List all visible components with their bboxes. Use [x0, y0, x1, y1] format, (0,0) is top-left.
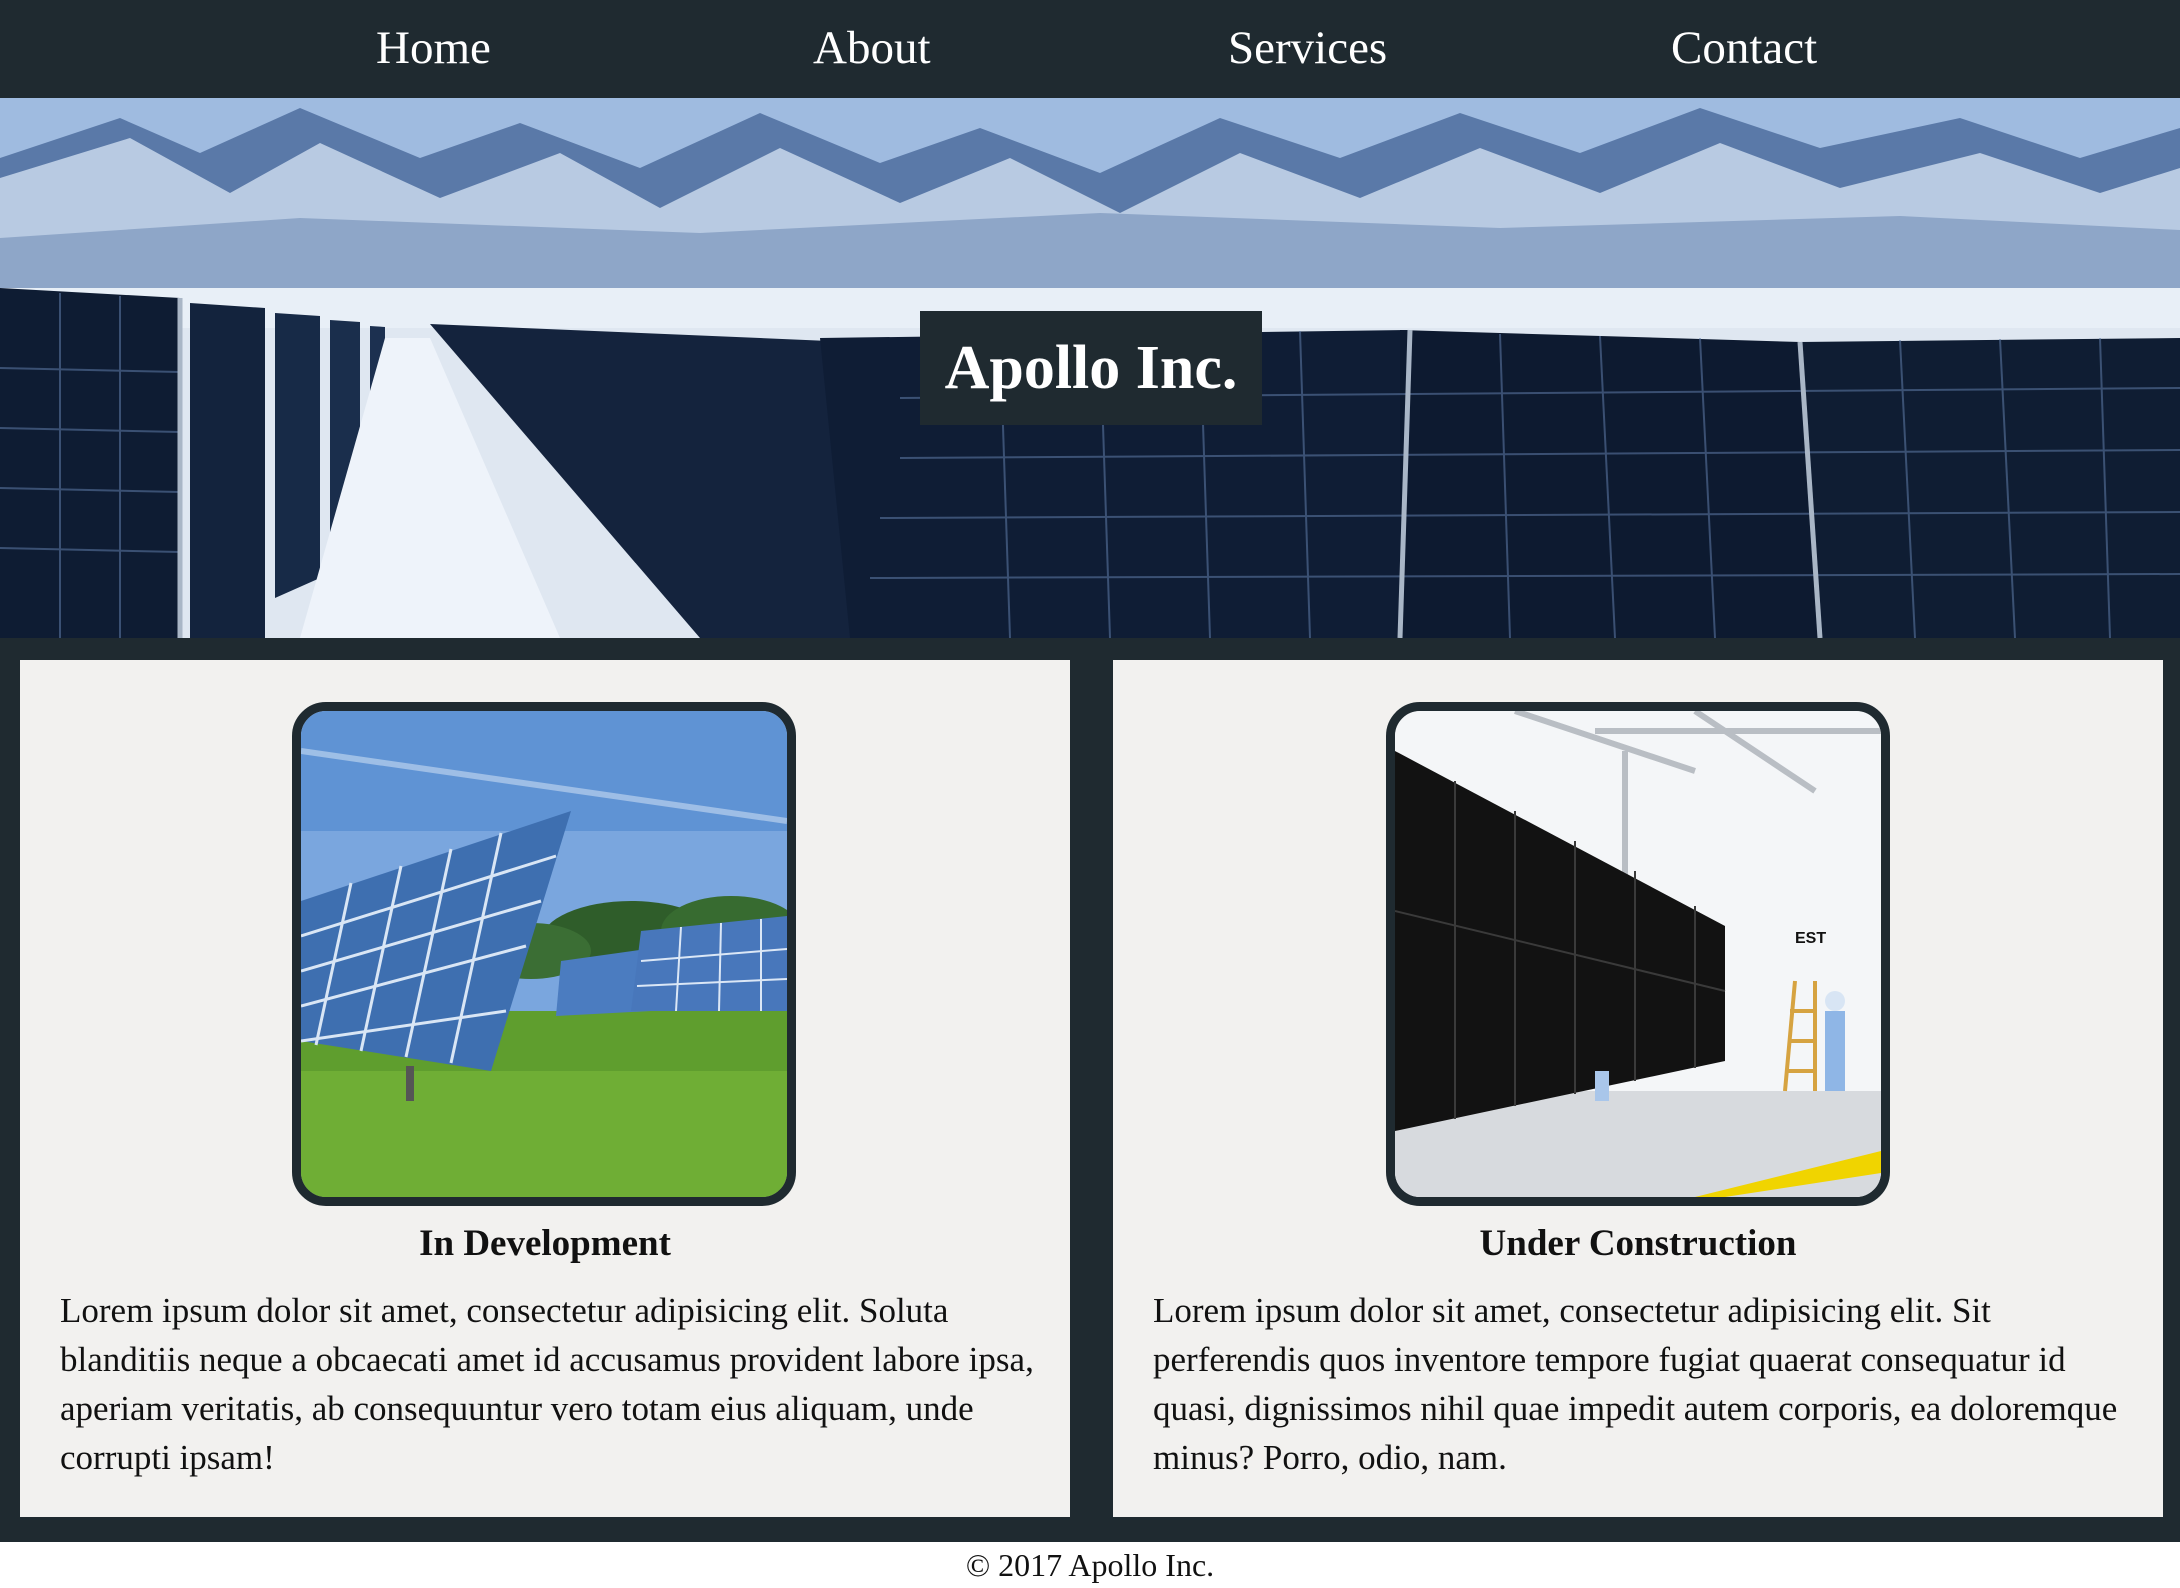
hero-title-box: Apollo Inc.: [920, 311, 1262, 425]
top-navigation: Home About Services Contact: [0, 0, 2180, 98]
card-under-construction: EST Under Construction Lorem ipsum dolor…: [1113, 660, 2163, 1517]
card-title-in-development: In Development: [419, 1223, 671, 1264]
svg-text:EST: EST: [1795, 930, 1826, 947]
footer: © 2017 Apollo Inc.: [0, 1542, 2180, 1588]
hero-title: Apollo Inc.: [944, 334, 1238, 402]
card-text-in-development: Lorem ipsum dolor sit amet, consectetur …: [60, 1291, 1034, 1477]
footer-copyright: © 2017 Apollo Inc.: [965, 1547, 1215, 1583]
nav-link-services[interactable]: Services: [1228, 18, 1387, 78]
card-image-solar-field: [292, 702, 796, 1206]
card-title-under-construction: Under Construction: [1479, 1223, 1797, 1264]
card-text-under-construction: Lorem ipsum dolor sit amet, consectetur …: [1153, 1291, 2118, 1477]
nav-link-home[interactable]: Home: [376, 18, 491, 78]
hero-banner: Apollo Inc.: [0, 98, 2180, 638]
nav-link-about[interactable]: About: [813, 18, 931, 78]
main-content: In Development Lorem ipsum dolor sit ame…: [0, 638, 2180, 1542]
card-in-development: In Development Lorem ipsum dolor sit ame…: [20, 660, 1070, 1517]
nav-link-contact[interactable]: Contact: [1671, 18, 1817, 78]
card-image-clean-room-panels: EST: [1386, 702, 1890, 1206]
